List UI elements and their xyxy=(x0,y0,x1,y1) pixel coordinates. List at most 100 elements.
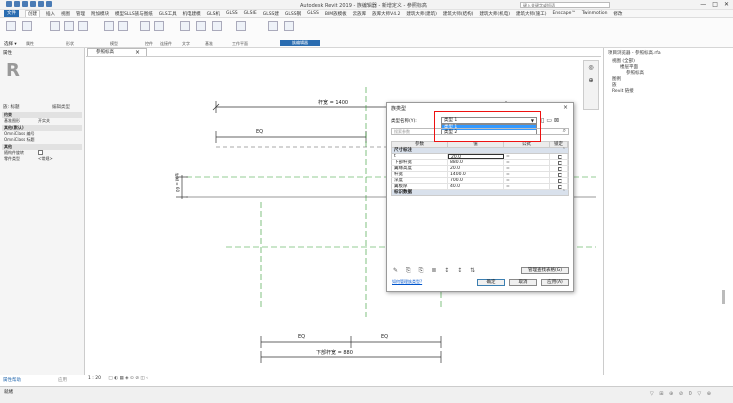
param-lock[interactable] xyxy=(550,172,568,177)
ribbon-tab[interactable]: 云族库 xyxy=(353,11,367,17)
zoom-icon[interactable]: ⊕ xyxy=(584,77,598,84)
ribbon-tab[interactable]: 机电建模 xyxy=(183,11,201,17)
header-value[interactable]: 值 xyxy=(448,142,504,147)
cancel-button[interactable]: 取消 xyxy=(509,279,537,286)
param-formula[interactable]: = xyxy=(504,154,550,159)
extrusion-tool-icon[interactable] xyxy=(50,21,60,31)
vertical-scrollbar[interactable] xyxy=(722,290,725,304)
param-lock[interactable] xyxy=(550,166,568,171)
ribbon-tab[interactable]: 建筑大师(施工) xyxy=(516,11,547,17)
lock-checkbox[interactable] xyxy=(557,166,562,171)
revit-logo-icon[interactable] xyxy=(6,1,12,7)
help-search-input[interactable]: 键入关键字或短语 xyxy=(520,2,610,8)
properties-help-link[interactable]: 属性帮助 xyxy=(3,377,21,383)
ribbon-tab[interactable]: 族库大师V4.2 xyxy=(372,11,400,17)
window-controls[interactable]: — □ ✕ xyxy=(700,1,729,8)
reference-line-tool-icon[interactable] xyxy=(196,21,206,31)
param-lock[interactable] xyxy=(550,160,568,165)
save-icon[interactable] xyxy=(22,1,28,7)
param-lock[interactable] xyxy=(550,154,568,159)
set-workplane-tool-icon[interactable] xyxy=(236,21,246,31)
lock-checkbox[interactable] xyxy=(557,178,562,183)
load-and-close-icon[interactable] xyxy=(284,21,294,31)
section-identity[interactable]: 标识数据 ˄ xyxy=(391,190,569,196)
ribbon-tab[interactable]: 创建 xyxy=(25,10,40,17)
edit-type-button[interactable]: 编辑类型 xyxy=(52,104,70,110)
lock-checkbox[interactable] xyxy=(557,184,562,189)
properties-value[interactable] xyxy=(36,131,82,137)
load-into-project-icon[interactable] xyxy=(268,21,278,31)
rotate-with-component-checkbox[interactable] xyxy=(38,150,43,155)
dim-label-eq-bottom-1[interactable]: EQ xyxy=(298,334,305,340)
param-formula[interactable]: = xyxy=(504,184,550,189)
param-value[interactable]: 880.0 xyxy=(448,160,504,165)
ribbon-tab[interactable]: BIM族模板 xyxy=(325,11,347,17)
search-icon[interactable]: ⌕ xyxy=(563,128,566,134)
navigation-bar[interactable]: ◎ ⊕ xyxy=(583,60,599,110)
param-formula[interactable]: = xyxy=(504,166,550,171)
header-param[interactable]: 参数 xyxy=(392,142,448,147)
ribbon-tab[interactable]: 附加模块 xyxy=(91,11,109,17)
ribbon-tab[interactable]: 视图 xyxy=(61,11,70,17)
ribbon-tab[interactable]: 插入 xyxy=(46,11,55,17)
opening-tool-icon[interactable] xyxy=(154,21,164,31)
dialog-close-icon[interactable]: × xyxy=(563,104,568,111)
param-formula[interactable]: = xyxy=(504,178,550,183)
model-line-tool-icon[interactable] xyxy=(104,21,114,31)
properties-value[interactable] xyxy=(36,137,82,143)
param-value[interactable]: 700.0 xyxy=(448,178,504,183)
lock-checkbox[interactable] xyxy=(557,154,562,159)
param-value[interactable]: 20.0 xyxy=(448,166,504,171)
properties-value[interactable]: <常规> xyxy=(36,156,82,162)
select-dropdown[interactable]: 选择 ▾ xyxy=(4,41,17,47)
ribbon-tab[interactable]: GLSS建 xyxy=(263,11,279,17)
ribbon-tab[interactable]: 修改 xyxy=(613,11,622,17)
delete-type-icon[interactable]: ⊠ xyxy=(554,117,561,124)
type-tools[interactable]: ▯▭⊠ xyxy=(541,117,561,124)
properties-value[interactable] xyxy=(36,150,82,156)
view-control-bar[interactable]: 1 : 20 □ ◐ ▦ ◈ ⊙ ⊘ ◫ ‹ xyxy=(88,376,208,384)
section-collapse-icon[interactable]: ˄ xyxy=(563,190,565,196)
tree-ref-level[interactable]: 参照标高 xyxy=(626,70,644,76)
ok-button[interactable]: 确定 xyxy=(477,279,505,286)
view-control-icons[interactable]: □ ◐ ▦ ◈ ⊙ ⊘ ◫ ‹ xyxy=(108,376,148,381)
tree-revit-links[interactable]: Revit 链接 xyxy=(612,88,634,94)
ribbon-tab[interactable]: GLS机 xyxy=(207,11,220,17)
ribbon-tab[interactable]: GLSS钢 xyxy=(285,11,301,17)
blend-tool-icon[interactable] xyxy=(64,21,74,31)
view-scale[interactable]: 1 : 20 xyxy=(88,376,101,381)
properties-value[interactable]: 开实关 xyxy=(36,118,82,124)
param-value[interactable]: 20.0 xyxy=(448,154,504,159)
steering-wheel-icon[interactable]: ◎ xyxy=(584,64,598,71)
apply-dialog-button[interactable]: 应用(A) xyxy=(541,279,569,286)
properties-tool-icon[interactable] xyxy=(22,21,32,31)
ribbon-tab[interactable]: 建筑大师(机电) xyxy=(479,11,510,17)
param-lock[interactable] xyxy=(550,184,568,189)
manage-lookup-button[interactable]: 管理查找表格(G) xyxy=(521,267,569,274)
ribbon-tab[interactable]: 建筑大师(建筑) xyxy=(406,11,437,17)
status-icons[interactable]: ▽ ⊞ ⊕ ⊘ 0 ▽ ⊕ xyxy=(650,391,713,397)
modify-tool-icon[interactable] xyxy=(6,21,16,31)
ribbon-tab[interactable]: Enscape™ xyxy=(552,11,575,16)
quick-access-toolbar[interactable] xyxy=(6,1,52,7)
param-lock[interactable] xyxy=(550,178,568,183)
redo-icon[interactable] xyxy=(38,1,44,7)
tab-file[interactable]: 文件 xyxy=(4,10,19,17)
apply-button[interactable]: 应用 xyxy=(58,377,67,383)
ribbon-tab[interactable]: 模型SLLS族与图纸 xyxy=(115,11,153,17)
help-link[interactable]: 如何管理族类型? xyxy=(392,279,422,285)
section-collapse-icon[interactable]: ˄ xyxy=(563,148,565,154)
dim-label-eq-top[interactable]: EQ xyxy=(256,129,263,135)
ribbon-tab[interactable]: GLSS xyxy=(226,11,238,16)
param-formula[interactable]: = xyxy=(504,160,550,165)
reference-plane-tool-icon[interactable] xyxy=(212,21,222,31)
text-tool-icon[interactable] xyxy=(180,21,190,31)
ribbon-tab[interactable]: 管理 xyxy=(76,11,85,17)
minimize-icon[interactable]: — xyxy=(700,1,706,8)
lock-checkbox[interactable] xyxy=(557,172,562,177)
dim-label-vertical[interactable]: 杆宽 = 60 xyxy=(174,173,180,192)
ribbon-tab[interactable]: 建筑大师(结构) xyxy=(443,11,474,17)
rename-type-icon[interactable]: ▭ xyxy=(546,117,554,124)
control-tool-icon[interactable] xyxy=(140,21,150,31)
measure-icon[interactable] xyxy=(46,1,52,7)
